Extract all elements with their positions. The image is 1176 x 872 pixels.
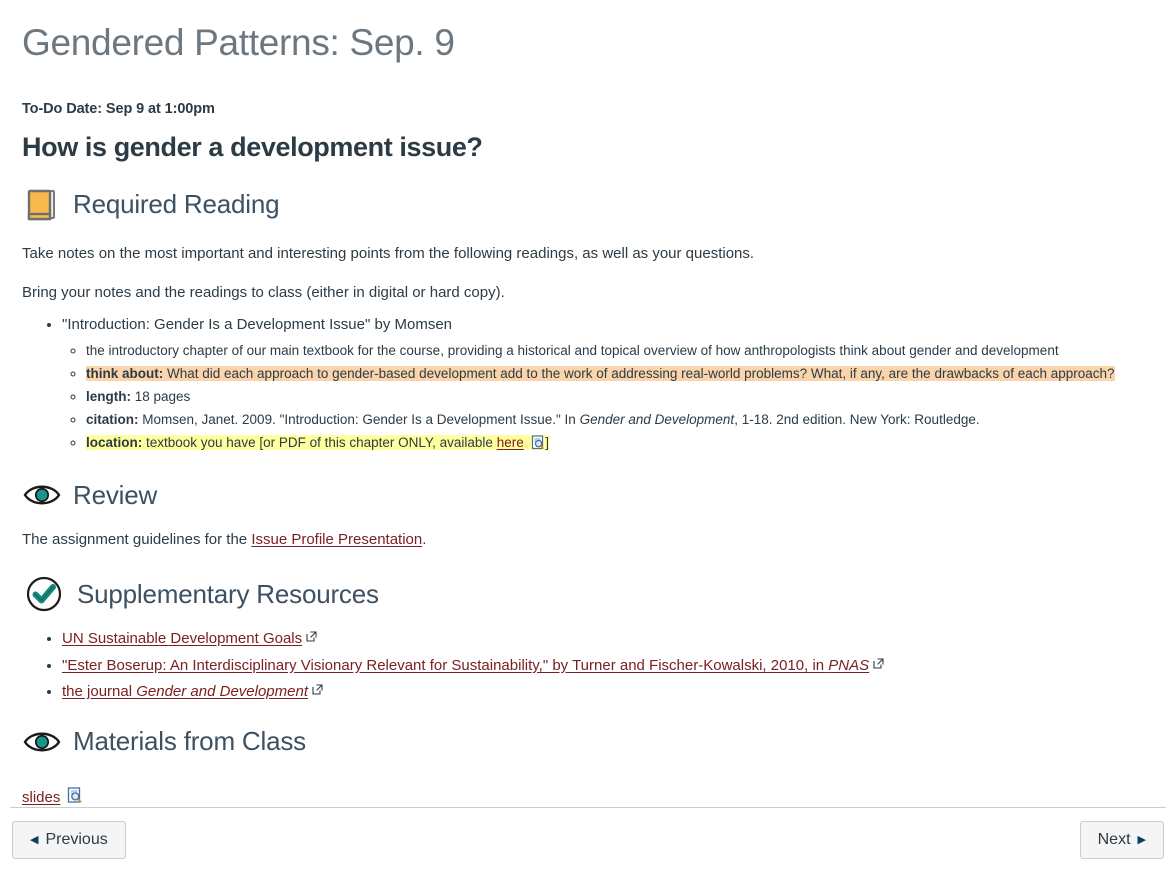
document-preview-icon[interactable] xyxy=(67,787,83,808)
review-text: The assignment guidelines for the Issue … xyxy=(22,529,1154,551)
location-part-2: ] xyxy=(545,435,550,451)
lesson-page: Gendered Patterns: Sep. 9 To-Do Date: Se… xyxy=(0,0,1176,872)
chevron-right-icon: ▶ xyxy=(1137,833,1146,846)
next-button[interactable]: Next ▶ xyxy=(1079,821,1164,859)
required-reading-intro-1: Take notes on the most important and int… xyxy=(22,244,755,262)
issue-profile-presentation-link[interactable]: Issue Profile Presentation xyxy=(251,531,422,548)
document-preview-icon[interactable] xyxy=(524,434,546,457)
think-about-text: What did each approach to gender-based d… xyxy=(163,365,1115,381)
reading-think-about: think about: What did each approach to g… xyxy=(86,362,1154,385)
external-link-icon xyxy=(306,626,317,650)
reading-overview: the introductory chapter of our main tex… xyxy=(86,339,1154,362)
section-header-review: Review xyxy=(22,480,1154,511)
required-reading-intro-2: Bring your notes and the readings to cla… xyxy=(22,284,505,302)
location-highlight: location: textbook you have [or PDF of t… xyxy=(86,435,550,451)
location-part-1: textbook you have [or PDF of this chapte… xyxy=(142,435,497,451)
think-about-highlight: think about: What did each approach to g… xyxy=(86,365,1115,381)
supplementary-resources-list: UN Sustainable Development Goals "Ester … xyxy=(22,626,1154,704)
slides-link[interactable]: slides xyxy=(22,789,60,806)
length-label: length: xyxy=(86,388,131,404)
orange-book-icon xyxy=(22,185,62,225)
review-text-after: . xyxy=(422,530,427,548)
slides-row: slides xyxy=(22,787,1154,808)
list-item: "Ester Boserup: An Interdisciplinary Vis… xyxy=(62,653,1154,678)
eye-icon xyxy=(22,480,62,510)
location-label: location: xyxy=(86,435,143,451)
review-text-before: The assignment guidelines for the xyxy=(22,530,252,548)
reading-citation: citation: Momsen, Janet. 2009. "Introduc… xyxy=(86,408,1154,431)
reading-item: "Introduction: Gender Is a Development I… xyxy=(62,314,1154,458)
citation-italic-title: Gender and Development xyxy=(579,412,735,428)
reading-detail-list: the introductory chapter of our main tex… xyxy=(62,339,1154,458)
resource-link-text: "Ester Boserup: An Interdisciplinary Vis… xyxy=(62,656,829,674)
next-button-label: Next xyxy=(1097,831,1131,848)
section-header-required-reading: Required Reading xyxy=(22,185,1154,225)
location-here-link[interactable]: here xyxy=(497,435,524,450)
eye-icon xyxy=(22,727,62,757)
resource-link-italic: PNAS xyxy=(828,656,870,674)
section-header-materials-from-class: Materials from Class xyxy=(22,726,1154,757)
reading-length: length: 18 pages xyxy=(86,385,1154,408)
list-item: the journal Gender and Development xyxy=(62,679,1154,704)
citation-part-2: , 1-18. 2nd edition. New York: Routledge… xyxy=(734,412,980,428)
resource-link-journal-gender-development[interactable]: the journal Gender and Development xyxy=(62,683,308,700)
section-header-supplementary-resources: Supplementary Resources xyxy=(22,574,1154,614)
section-label: Supplementary Resources xyxy=(77,578,379,609)
citation-label: citation: xyxy=(86,412,139,428)
reading-title: "Introduction: Gender Is a Development I… xyxy=(62,316,453,334)
length-value: 18 pages xyxy=(131,388,191,404)
page-content: Gendered Patterns: Sep. 9 To-Do Date: Se… xyxy=(0,0,1176,808)
external-link-icon xyxy=(873,653,884,677)
chevron-left-icon: ◀ xyxy=(30,833,39,846)
resource-link-un-sdg[interactable]: UN Sustainable Development Goals xyxy=(62,630,302,647)
page-title: Gendered Patterns: Sep. 9 xyxy=(22,22,455,63)
citation-part-1: Momsen, Janet. 2009. "Introduction: Gend… xyxy=(138,412,580,428)
reading-location: location: textbook you have [or PDF of t… xyxy=(86,431,1154,457)
section-label: Review xyxy=(73,479,158,510)
previous-button[interactable]: ◀ Previous xyxy=(12,821,126,859)
external-link-icon xyxy=(312,679,323,703)
think-about-label: think about: xyxy=(86,365,164,381)
page-question-heading: How is gender a development issue? xyxy=(22,131,483,162)
check-circle-icon xyxy=(22,574,66,614)
reading-list: "Introduction: Gender Is a Development I… xyxy=(22,314,1154,458)
todo-date: To-Do Date: Sep 9 at 1:00pm xyxy=(22,100,215,117)
resource-link-ester-boserup[interactable]: "Ester Boserup: An Interdisciplinary Vis… xyxy=(62,657,869,674)
section-label: Required Reading xyxy=(73,189,280,220)
page-navigation: ◀ Previous Next ▶ xyxy=(0,808,1176,872)
previous-button-label: Previous xyxy=(45,831,108,848)
section-label: Materials from Class xyxy=(73,726,306,757)
resource-link-italic: Gender and Development xyxy=(136,682,308,700)
list-item: UN Sustainable Development Goals xyxy=(62,626,1154,651)
resource-link-text: the journal xyxy=(62,682,137,700)
resource-link-text: UN Sustainable Development Goals xyxy=(62,630,303,648)
